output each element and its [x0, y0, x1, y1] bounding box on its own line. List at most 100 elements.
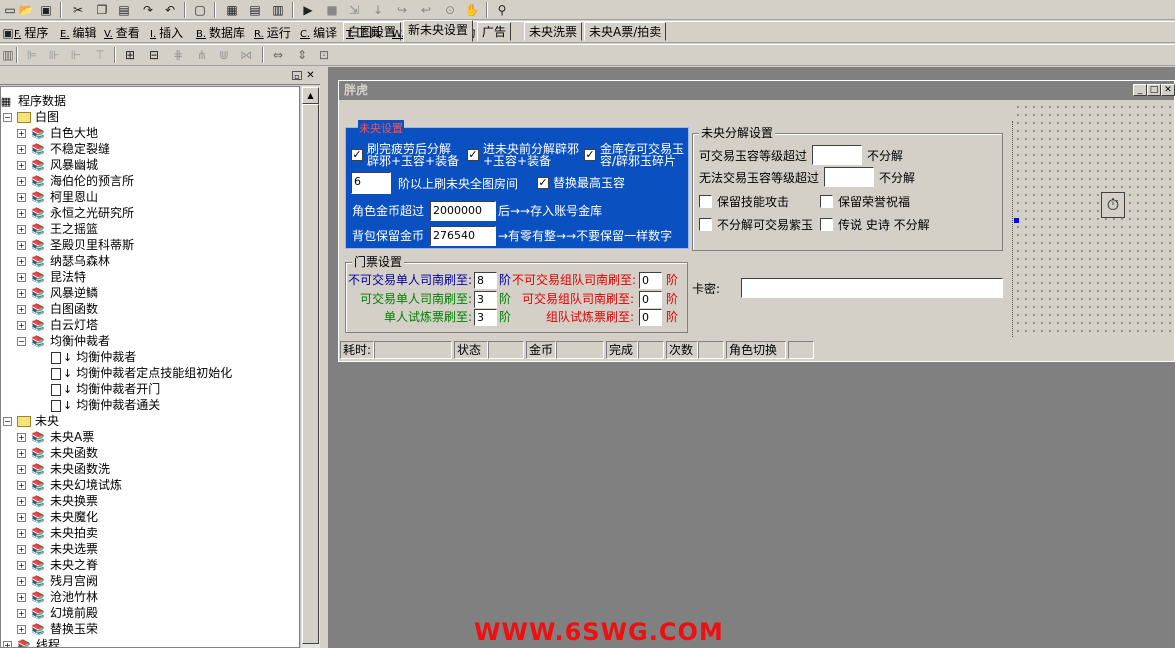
close-icon[interactable]: ✕: [1161, 84, 1175, 96]
tree-scrollbar[interactable]: ▲: [300, 86, 320, 648]
decompose-after-fatigue-checkbox[interactable]: ✓: [351, 149, 363, 161]
ticket-r3-input[interactable]: 3: [474, 309, 497, 326]
tree-leaf[interactable]: ↓ 均衡仲裁者定点技能组初始化: [51, 365, 232, 381]
tab-a-ticket-auction[interactable]: 未央A票/拍卖: [584, 22, 667, 41]
menu-edit[interactable]: E. 编辑: [60, 25, 97, 41]
decompose-before-enter-checkbox[interactable]: ✓: [467, 149, 479, 161]
menu-database[interactable]: B. 数据库: [196, 25, 245, 41]
tree-item[interactable]: + 📚 不稳定裂缝: [17, 141, 110, 157]
same-height-icon[interactable]: ⇕: [294, 47, 310, 63]
replace-highest-checkbox[interactable]: ✓: [537, 177, 549, 189]
folder-open-icon[interactable]: 📂: [18, 2, 34, 18]
minimize-icon[interactable]: _: [1133, 84, 1147, 96]
redo-icon[interactable]: ↷: [140, 2, 156, 18]
expand-icon[interactable]: +: [17, 161, 26, 170]
expand-icon[interactable]: +: [17, 545, 26, 554]
expand-icon[interactable]: +: [17, 593, 26, 602]
ticket-r3b-input[interactable]: 0: [639, 309, 662, 326]
tree-leaf[interactable]: ↓ 均衡仲裁者: [51, 349, 136, 365]
expand-icon[interactable]: −: [3, 113, 12, 122]
expand-icon[interactable]: +: [17, 561, 26, 570]
tree-item[interactable]: + 📚 风暴幽城: [17, 157, 98, 173]
tree-leaf[interactable]: ↓ 均衡仲裁者通关: [51, 397, 160, 413]
expand-icon[interactable]: +: [17, 289, 26, 298]
menu-compile[interactable]: C. 编译: [300, 25, 337, 41]
ticket-r1-input[interactable]: 8: [474, 272, 497, 289]
resize-handle[interactable]: [1014, 218, 1019, 223]
tree-item[interactable]: + 📚 柯里恩山: [17, 189, 98, 205]
tree-item[interactable]: + 📚 白色大地: [17, 125, 98, 141]
bag-gold-input[interactable]: 276540: [430, 226, 496, 246]
tree-item[interactable]: + 📚 未央幻境试炼: [17, 477, 122, 493]
menu-program[interactable]: F. 程序: [14, 25, 48, 41]
expand-icon[interactable]: +: [17, 433, 26, 442]
expand-icon[interactable]: +: [17, 321, 26, 330]
keep-honor-checkbox[interactable]: [820, 195, 833, 208]
ticket-r2b-input[interactable]: 0: [639, 291, 662, 308]
expand-icon[interactable]: +: [17, 129, 26, 138]
expand-icon[interactable]: +: [17, 241, 26, 250]
space-v-icon[interactable]: ⋔: [194, 47, 210, 63]
copy-icon[interactable]: ❐: [94, 2, 110, 18]
stop-icon[interactable]: ■: [324, 2, 340, 18]
expand-icon[interactable]: +: [17, 481, 26, 490]
expand-icon[interactable]: +: [17, 209, 26, 218]
step-over-icon[interactable]: ↪: [394, 2, 410, 18]
expand-icon[interactable]: +: [17, 257, 26, 266]
run-icon[interactable]: ▶: [300, 2, 316, 18]
expand-icon[interactable]: −: [3, 417, 12, 426]
undo-icon[interactable]: ↶: [162, 2, 178, 18]
tree-item[interactable]: + 📚 圣殿贝里科蒂斯: [17, 237, 134, 253]
align-center-icon[interactable]: ⊪: [46, 47, 62, 63]
space-equal-icon[interactable]: ⋓: [216, 47, 232, 63]
tree-item[interactable]: + 📚 白图函数: [17, 301, 98, 317]
align-left-icon[interactable]: ⊫: [24, 47, 40, 63]
center-v-icon[interactable]: ⊟: [146, 47, 162, 63]
expand-icon[interactable]: −: [17, 337, 26, 346]
expand-icon[interactable]: +: [17, 529, 26, 538]
close-icon[interactable]: ✕: [305, 70, 316, 81]
tree-item[interactable]: + 📚 幻境前殿: [17, 605, 98, 621]
splitter[interactable]: [320, 67, 328, 648]
tree-item[interactable]: + 📚 替换玉荣: [17, 621, 98, 637]
ticket-r2-input[interactable]: 3: [474, 291, 497, 308]
tree-item[interactable]: + 📚 未央换票: [17, 493, 98, 509]
expand-icon[interactable]: +: [17, 577, 26, 586]
pin-icon[interactable]: ▫: [292, 71, 302, 81]
expand-icon[interactable]: +: [17, 465, 26, 474]
tree-item[interactable]: + 📚 未央函数洗: [17, 461, 110, 477]
ticket-r1b-input[interactable]: 0: [639, 272, 662, 289]
open-icon[interactable]: ▭: [2, 2, 18, 18]
tree-item[interactable]: + 📚 永恒之光研究所: [17, 205, 134, 221]
expand-icon[interactable]: +: [17, 497, 26, 506]
keep-skill-checkbox[interactable]: [699, 195, 712, 208]
tree-item[interactable]: + 📚 王之摇篮: [17, 221, 98, 237]
tree-group-weiyang[interactable]: − 未央: [3, 413, 59, 429]
breakpoint-icon[interactable]: ⊙: [442, 2, 458, 18]
step-into-icon[interactable]: ↓: [370, 2, 386, 18]
tree-item[interactable]: + 📚 白云灯塔: [17, 317, 98, 333]
space-center-icon[interactable]: ⋈: [238, 47, 254, 63]
expand-icon[interactable]: +: [17, 449, 26, 458]
gold-threshold-input[interactable]: 2000000: [430, 201, 496, 221]
timer-icon[interactable]: ⏱: [1101, 192, 1125, 218]
expand-icon[interactable]: +: [17, 609, 26, 618]
same-size-icon[interactable]: ⊡: [316, 47, 332, 63]
center-h-icon[interactable]: ⊞: [122, 47, 138, 63]
expand-icon[interactable]: +: [17, 193, 26, 202]
layout1-icon[interactable]: ▦: [224, 2, 240, 18]
tree-item[interactable]: + 📚 未央魔化: [17, 509, 98, 525]
expand-icon[interactable]: +: [17, 625, 26, 634]
tree-item[interactable]: + 📚 昆法特: [17, 269, 86, 285]
legend-epic-checkbox[interactable]: [820, 218, 833, 231]
find-icon[interactable]: ⚲: [494, 2, 510, 18]
tree-item[interactable]: + 📚 未央之脊: [17, 557, 98, 573]
tree-group-thread[interactable]: + 📚 线程: [3, 637, 60, 647]
expand-icon[interactable]: +: [17, 513, 26, 522]
layout2-icon[interactable]: ▤: [247, 2, 263, 18]
cut-icon[interactable]: ✂: [70, 2, 86, 18]
untradable-level-input[interactable]: [824, 167, 874, 187]
step-icon[interactable]: ⇲: [346, 2, 362, 18]
level-input[interactable]: 6: [351, 172, 391, 194]
maximize-icon[interactable]: □: [1147, 84, 1161, 96]
